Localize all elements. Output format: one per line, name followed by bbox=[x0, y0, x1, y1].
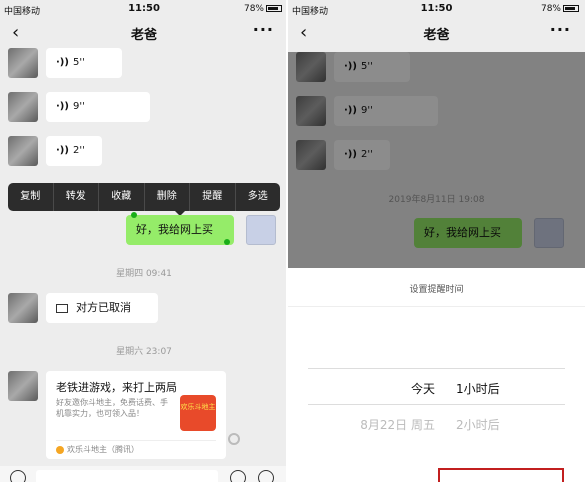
avatar[interactable] bbox=[8, 92, 38, 122]
game-card-message[interactable]: 老铁进游戏，来打上两局 好友邀你斗地主，免费话费、手机靠实力，也可领入品！ 欢乐… bbox=[46, 371, 226, 459]
voice-message[interactable]: ·)) 9'' bbox=[46, 92, 150, 122]
selection-handle-end[interactable] bbox=[224, 239, 230, 245]
timestamp: 星期六 23:07 bbox=[116, 347, 172, 357]
card-source: 欢乐斗地主（腾讯） bbox=[56, 440, 216, 455]
nav-bar: ‹ 老爸 ··· bbox=[288, 20, 585, 46]
reminder-sheet: 设置提醒时间 今天 1小时后 8月22日 周五 2小时后 bbox=[288, 268, 585, 482]
sheet-title: 设置提醒时间 bbox=[409, 285, 464, 295]
game-thumbnail: 欢乐斗地主 bbox=[180, 395, 216, 431]
video-call-icon bbox=[56, 303, 68, 313]
picker-day[interactable]: 今天 bbox=[411, 380, 435, 397]
avatar[interactable] bbox=[8, 48, 38, 78]
loading-icon bbox=[228, 433, 240, 445]
battery-indicator: 78% bbox=[541, 4, 579, 14]
menu-item-favorite[interactable]: 收藏 bbox=[99, 183, 145, 211]
more-icon[interactable]: ··· bbox=[550, 20, 571, 39]
battery-indicator: 78% bbox=[244, 4, 282, 14]
input-bar bbox=[0, 466, 288, 482]
my-text-message[interactable]: 好，我给网上买 bbox=[126, 215, 234, 245]
nav-bar: ‹ 老爸 ··· bbox=[0, 20, 288, 46]
chat-title: 老爸 bbox=[423, 28, 450, 43]
my-avatar[interactable] bbox=[246, 215, 276, 245]
message-input[interactable] bbox=[36, 470, 218, 482]
avatar[interactable] bbox=[8, 136, 38, 166]
voice-icon: ·)) bbox=[56, 145, 69, 156]
voice-icon: ·)) bbox=[56, 101, 69, 112]
chat-panel-left: 中国移动 11:50 78% ‹ 老爸 ··· ·)) 5'' ·)) 9'' ·)… bbox=[0, 0, 288, 482]
voice-message[interactable]: ·)) 5'' bbox=[46, 48, 122, 78]
dim-overlay[interactable] bbox=[288, 52, 585, 268]
picker-line bbox=[308, 368, 565, 369]
emoji-icon[interactable] bbox=[230, 470, 246, 482]
voice-icon: ·)) bbox=[56, 57, 69, 68]
status-bar: 中国移动 11:50 78% bbox=[0, 0, 288, 20]
selection-handle-start[interactable] bbox=[131, 212, 137, 218]
chat-panel-right: 中国移动 11:50 78% ‹ 老爸 ··· ·)) 5'' ·)) 9'' ·)… bbox=[288, 0, 585, 482]
picker-line bbox=[308, 404, 565, 405]
sheet-divider bbox=[288, 306, 585, 307]
avatar[interactable] bbox=[8, 371, 38, 401]
card-description: 好友邀你斗地主，免费话费、手机靠实力，也可领入品！ bbox=[56, 398, 168, 418]
card-title: 老铁进游戏，来打上两局 bbox=[56, 381, 177, 394]
game-logo-icon bbox=[56, 445, 64, 454]
menu-item-multiselect[interactable]: 多选 bbox=[236, 183, 281, 211]
context-menu: 复制 转发 收藏 删除 提醒 多选 bbox=[8, 183, 280, 211]
status-bar: 中国移动 11:50 78% bbox=[288, 0, 585, 20]
confirm-button-highlight[interactable] bbox=[438, 468, 564, 482]
picker-hour[interactable]: 1小时后 bbox=[456, 380, 500, 397]
add-icon[interactable] bbox=[258, 470, 274, 482]
avatar[interactable] bbox=[8, 293, 38, 323]
voice-message[interactable]: ·)) 2'' bbox=[46, 136, 102, 166]
battery-icon bbox=[266, 5, 282, 12]
voice-input-icon[interactable] bbox=[10, 470, 26, 482]
menu-item-remind[interactable]: 提醒 bbox=[190, 183, 236, 211]
timestamp: 星期四 09:41 bbox=[116, 269, 172, 279]
menu-item-delete[interactable]: 删除 bbox=[145, 183, 190, 211]
menu-item-copy[interactable]: 复制 bbox=[8, 183, 54, 211]
call-message[interactable]: 对方已取消 bbox=[46, 293, 158, 323]
picker-hour[interactable]: 2小时后 bbox=[456, 416, 500, 433]
sheet-buttons bbox=[288, 466, 585, 482]
battery-icon bbox=[563, 5, 579, 12]
chat-title: 老爸 bbox=[130, 28, 157, 43]
picker-day[interactable]: 8月22日 周五 bbox=[360, 416, 435, 433]
menu-item-forward[interactable]: 转发 bbox=[54, 183, 99, 211]
more-icon[interactable]: ··· bbox=[253, 20, 274, 39]
